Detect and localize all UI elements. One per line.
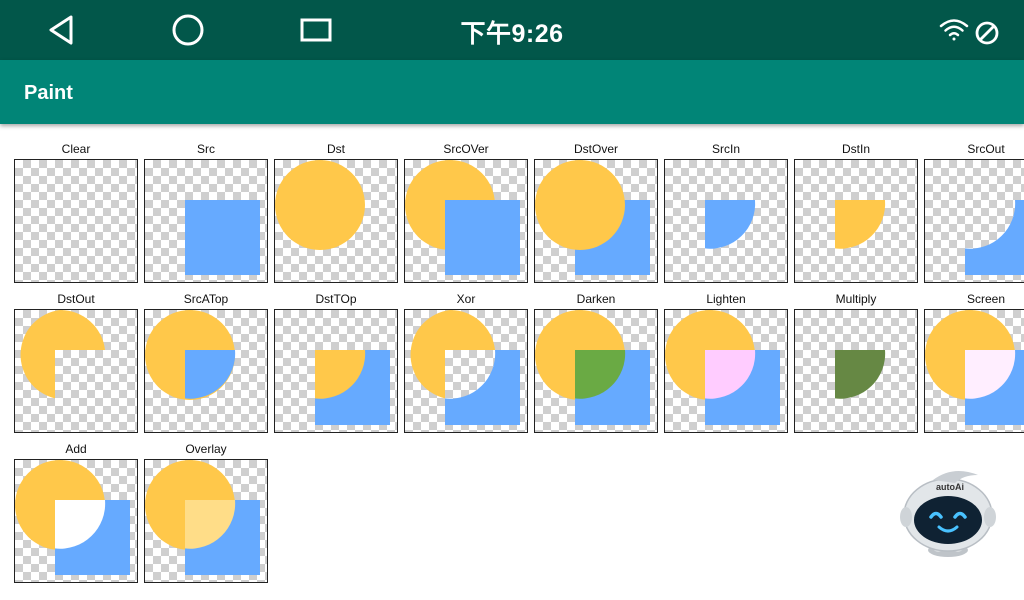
mode-srcout-graphic: [965, 200, 1024, 275]
mode-label: Src: [197, 142, 215, 156]
status-icons: [939, 19, 999, 45]
mode-label: SrcIn: [711, 142, 740, 156]
mode-dst-graphic: [275, 160, 365, 250]
mode-lighten-graphic: [665, 310, 780, 425]
mode-multiply-graphic: [835, 350, 886, 399]
mode-label: Overlay: [185, 442, 227, 456]
mode-src-graphic: [185, 200, 260, 275]
mode-dstout-graphic: [20, 310, 105, 399]
mode-label: Screen: [966, 292, 1006, 306]
mode-dstin-graphic: [835, 200, 886, 249]
mode-dstatop-graphic: [315, 350, 390, 425]
wifi-icon: [939, 19, 969, 41]
mode-label: Lighten: [706, 292, 746, 306]
mode-dstatop-preview: [274, 309, 398, 433]
app-title: Paint: [24, 82, 73, 104]
mode-screen-preview: [924, 309, 1024, 433]
mode-dstout-preview: [14, 309, 138, 433]
mode-label: Xor: [456, 292, 476, 306]
mode-srcover-graphic: [405, 160, 520, 275]
mode-add-preview: [14, 459, 138, 583]
mode-overlay-graphic: [145, 460, 260, 575]
mode-srcatop-graphic: [145, 310, 236, 400]
app-bar: Paint: [0, 60, 1024, 124]
mode-label: Clear: [61, 142, 91, 156]
mode-srcin-graphic: [705, 200, 756, 249]
mode-srcatop-preview: [144, 309, 268, 433]
assistant-mascot-icon[interactable]: autoAi: [893, 465, 1003, 565]
mode-label: SrcOVer: [443, 142, 489, 156]
mode-clear-preview: [14, 159, 138, 283]
mode-label: Dst: [327, 142, 345, 156]
mode-overlay-preview: [144, 459, 268, 583]
mode-label: Darken: [576, 292, 616, 306]
mode-label: DstOut: [57, 292, 95, 306]
mode-label: DstOver: [573, 142, 618, 156]
no-signal-icon: [975, 21, 999, 45]
mode-srcout-preview: [924, 159, 1024, 283]
mode-label: SrcATop: [183, 292, 229, 306]
mode-darken-graphic: [535, 310, 650, 425]
mode-xor-graphic: [410, 310, 520, 425]
mode-xor-preview: [404, 309, 528, 433]
mode-lighten-preview: [664, 309, 788, 433]
mode-dstover-preview: [534, 159, 658, 283]
mode-dst-preview: [274, 159, 398, 283]
status-bar: 下午9:26: [0, 0, 1024, 60]
mode-src-preview: [144, 159, 268, 283]
mode-add-graphic: [15, 460, 130, 575]
mode-label: DstIn: [841, 142, 870, 156]
mode-label: DstTOp: [315, 292, 357, 306]
mode-srcin-preview: [664, 159, 788, 283]
mascot-brand-text: autoAi: [936, 482, 964, 492]
mode-srcover-preview: [404, 159, 528, 283]
mode-darken-preview: [534, 309, 658, 433]
mode-label: Multiply: [835, 292, 877, 306]
xfermode-grid: Clear Src Dst SrcOVer DstOver SrcIn DstIn SrcOu…: [0, 124, 1024, 600]
mascot-robot: autoAi: [900, 471, 996, 557]
mode-label: SrcOut: [967, 142, 1005, 156]
mode-dstin-preview: [794, 159, 918, 283]
mode-screen-graphic: [925, 310, 1024, 425]
mode-clear-graphic: [15, 160, 137, 282]
mode-label: Add: [65, 442, 87, 456]
mode-dstover-graphic: [535, 160, 650, 275]
mode-multiply-preview: [794, 309, 918, 433]
status-clock: 下午9:26: [460, 20, 564, 48]
